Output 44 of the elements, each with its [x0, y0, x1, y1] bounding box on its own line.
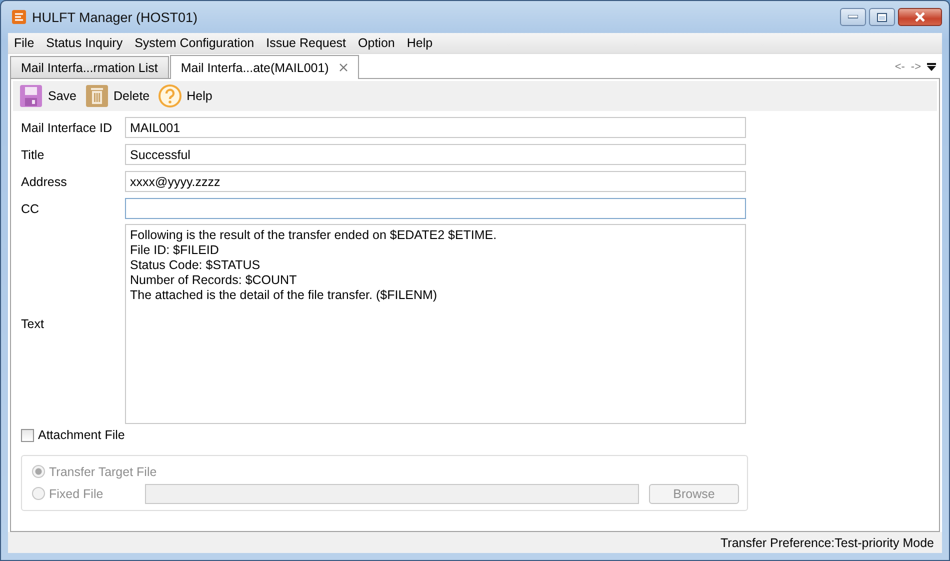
input-field[interactable]	[125, 198, 746, 219]
back-link[interactable]: <-	[894, 61, 905, 73]
menu-item[interactable]: File	[8, 33, 40, 53]
tab[interactable]: Mail Interfa...rmation List	[10, 56, 169, 78]
close-icon	[914, 12, 926, 22]
text-area[interactable]: Following is the result of the transfer ended on $EDATE2 $ETIME. File ID: $FILEID Status Code: $STATUS Number of Records: $COUNT The attached is the detail of the file transfer. ($FILENM)	[125, 224, 746, 424]
field-label: Address	[21, 174, 68, 188]
minimize-button[interactable]	[840, 8, 866, 26]
maximize-icon	[877, 12, 887, 22]
text-line: The attached is the detail of the file transfer. ($FILENM)	[130, 288, 438, 302]
text-line: File ID: $FILEID	[130, 242, 219, 258]
input-field[interactable]: xxxx@yyyy.zzzz	[125, 171, 746, 192]
help-button[interactable]: Help	[158, 83, 212, 109]
status-text: Transfer Preference:Test-priority Mode	[720, 536, 934, 550]
delete-button[interactable]: Delete	[84, 83, 150, 109]
close-button[interactable]	[898, 8, 942, 26]
text-line: Number of Records: $COUNT	[130, 272, 297, 288]
app-logo-icon	[11, 9, 27, 25]
dropdown-icon[interactable]	[927, 62, 936, 72]
text-line: Status Code: $STATUS	[130, 258, 260, 272]
maximize-button[interactable]	[869, 8, 895, 26]
checkbox-label[interactable]: Attachment File	[38, 428, 125, 442]
window-title: HULFT Manager (HOST01)	[32, 10, 198, 24]
menu-item[interactable]: Help	[400, 33, 439, 53]
menu-item[interactable]: Option	[352, 33, 401, 53]
help-icon	[158, 84, 182, 108]
forward-link[interactable]: ->	[910, 61, 921, 73]
menu-item[interactable]: Status Inquiry	[40, 33, 129, 53]
close-icon[interactable]	[338, 63, 348, 72]
input-field[interactable]: MAIL001	[125, 117, 746, 138]
field-label: Title	[21, 148, 46, 162]
field-label: Mail Interface ID	[21, 120, 114, 134]
minimize-icon	[848, 15, 858, 19]
field-label: Text	[21, 316, 45, 330]
tab[interactable]: Mail Interfa...ate(MAIL001)	[170, 55, 359, 79]
menu-item[interactable]: System Configuration	[128, 33, 260, 53]
save-button[interactable]: Save	[19, 83, 76, 109]
field-label: CC	[21, 202, 40, 216]
menu-item[interactable]: Issue Request	[260, 33, 352, 53]
save-icon	[19, 84, 43, 108]
input-field[interactable]: Successful	[125, 144, 746, 165]
trash-icon	[84, 84, 108, 108]
text-line: Following is the result of the transfer ended on $EDATE2 $ETIME.	[130, 228, 497, 242]
checkbox[interactable]	[21, 428, 34, 442]
